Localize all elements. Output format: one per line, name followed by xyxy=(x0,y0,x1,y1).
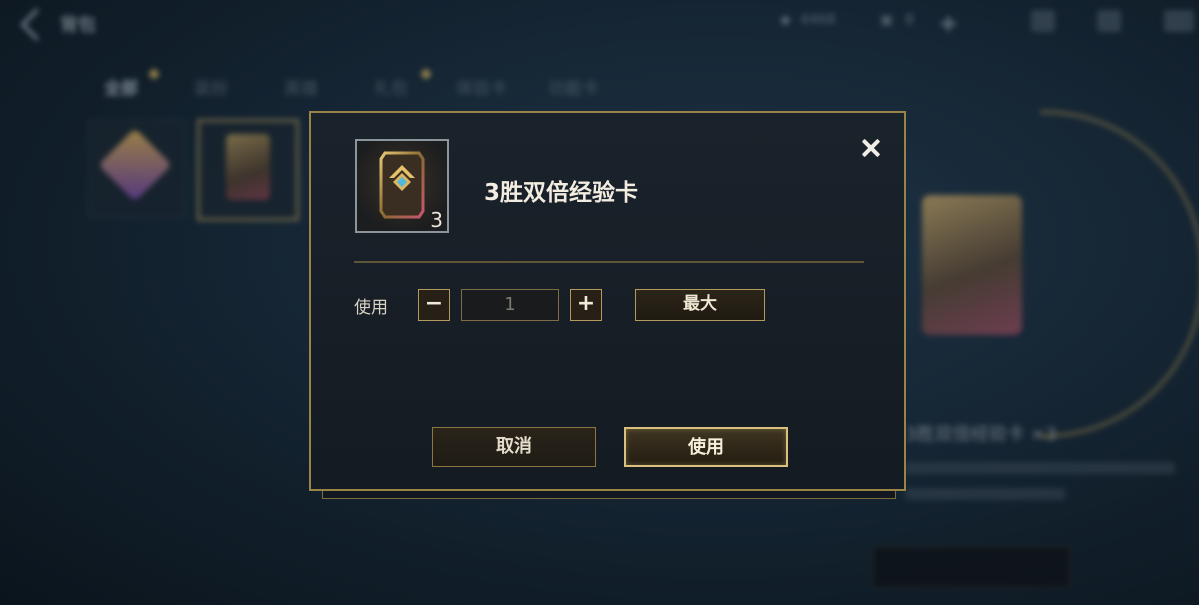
back-arrow-icon[interactable] xyxy=(20,8,53,41)
tab-bundles[interactable]: 礼包 xyxy=(374,74,408,99)
cancel-button[interactable]: 取消 xyxy=(432,427,596,467)
use-item-dialog: 3 3胜双倍经验卡 使用 − 1 + 最大 取消 使用 xyxy=(309,111,906,491)
item-detail-name: 3胜双倍经验卡 ×3 xyxy=(905,424,1057,445)
new-dot-icon xyxy=(420,68,432,80)
new-dot-icon xyxy=(148,68,160,80)
decorative-arc xyxy=(1040,110,1199,438)
add-currency-icon[interactable]: ✚ xyxy=(940,12,957,36)
inventory-slot[interactable] xyxy=(88,120,186,218)
item-preview-image xyxy=(922,195,1022,335)
max-quantity-button[interactable]: 最大 xyxy=(635,289,765,321)
gem-item-icon xyxy=(98,128,172,202)
item-count: 3 xyxy=(430,208,443,232)
tab-all[interactable]: 全部 xyxy=(104,74,138,99)
divider xyxy=(354,261,864,263)
tab-skins[interactable]: 装扮 xyxy=(194,74,228,99)
item-title: 3胜双倍经验卡 xyxy=(484,180,639,206)
ticket-icon: ▣ xyxy=(880,12,894,28)
top-bar: 背包 ◆ 4468 ▣ 8 ✚ xyxy=(0,0,1199,46)
item-detail-description xyxy=(905,462,1175,474)
chat-icon[interactable] xyxy=(1097,10,1121,32)
ticket-amount: 8 xyxy=(905,12,914,28)
close-icon[interactable] xyxy=(857,135,885,163)
quantity-input[interactable]: 1 xyxy=(461,289,559,321)
currency-gem-icon: ◆ xyxy=(780,12,791,28)
use-quantity-label: 使用 xyxy=(354,298,388,318)
increment-button[interactable]: + xyxy=(570,289,602,321)
item-detail-action-button[interactable] xyxy=(872,546,1070,588)
decrement-button[interactable]: − xyxy=(418,289,450,321)
tab-heroes[interactable]: 英雄 xyxy=(284,74,318,99)
item-icon-frame: 3 xyxy=(355,139,449,233)
mail-icon[interactable] xyxy=(1031,10,1055,32)
item-detail-description-line2 xyxy=(905,488,1065,500)
confirm-use-button[interactable]: 使用 xyxy=(624,427,788,467)
inventory-slot-selected[interactable] xyxy=(197,119,299,221)
exp-card-item-icon xyxy=(226,134,270,200)
tab-function-cards[interactable]: 功能卡 xyxy=(548,74,599,99)
settings-icon[interactable] xyxy=(1164,10,1194,32)
exp-card-icon xyxy=(379,151,425,219)
tab-trial-cards[interactable]: 体验卡 xyxy=(456,74,507,99)
currency-amount: 4468 xyxy=(800,12,836,28)
page-title: 背包 xyxy=(60,15,96,36)
